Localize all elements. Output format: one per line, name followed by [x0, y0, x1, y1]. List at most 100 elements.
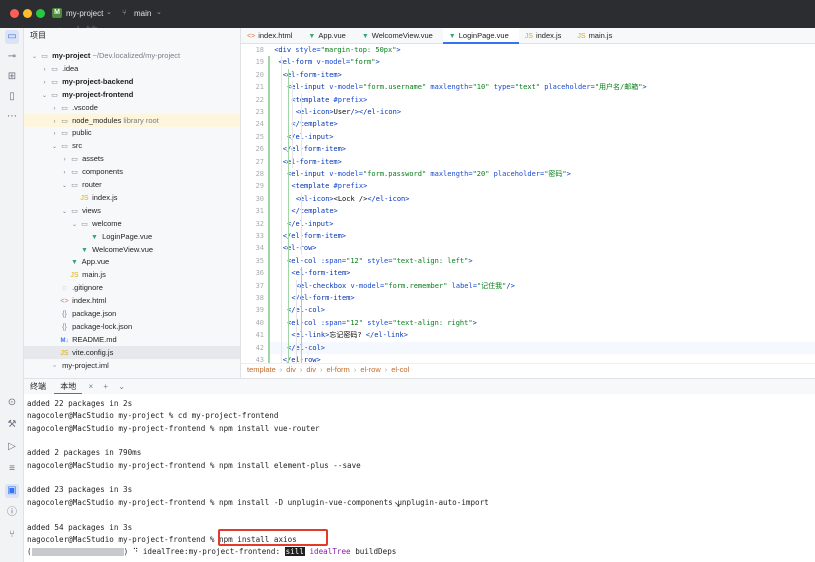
branch-selector[interactable]: main	[134, 9, 151, 18]
code-token: #prefix	[333, 95, 364, 104]
tree-item[interactable]: ▼ LoginPage.vue	[24, 230, 240, 243]
tree-item[interactable]: JS main.js	[24, 268, 240, 281]
tree-item[interactable]: ⌄ ▭ src	[24, 139, 240, 152]
line-number: 43	[255, 356, 264, 363]
code-line[interactable]: </el-col>	[287, 342, 325, 354]
indent-guide	[300, 192, 302, 255]
tree-item[interactable]: {} package.json	[24, 307, 240, 320]
code-token: "用户名/邮箱"	[594, 83, 643, 92]
code-line[interactable]: <el-form-item>	[283, 69, 342, 81]
tab-welcomeview-vue[interactable]: ▼ WelcomeView.vue	[356, 28, 443, 44]
tree-item[interactable]: {} package-lock.json	[24, 320, 240, 333]
code-token: >	[375, 58, 380, 67]
line-number: 25	[255, 132, 264, 141]
tree-item[interactable]: ⌄ ▭ my-project-frontend	[24, 88, 240, 101]
git-icon[interactable]: ⑂	[5, 528, 19, 542]
commit-icon[interactable]: ⊸	[5, 50, 19, 64]
code-line[interactable]: <div style="margin-top: 50px">	[274, 44, 400, 56]
minimize-window-button[interactable]	[23, 9, 32, 18]
breadcrumb-item[interactable]: el-form	[326, 365, 349, 374]
tree-item[interactable]: ⌄ ▭ my-project ~/Dev.localized/my-project	[24, 49, 240, 62]
chevron-down-icon[interactable]: ⌄	[156, 8, 162, 16]
code-line[interactable]: <el-input v-model="form.password" maxlen…	[287, 168, 571, 180]
breadcrumb-item[interactable]: div	[286, 365, 296, 374]
close-icon[interactable]: ×	[84, 379, 97, 395]
problems-icon[interactable]: ⓘ	[5, 506, 19, 520]
tree-item[interactable]: ⌄ ▭ welcome	[24, 217, 240, 230]
tree-item[interactable]: <> index.html	[24, 294, 240, 307]
structure-icon[interactable]: ⊞	[5, 70, 19, 84]
code-line[interactable]: <el-col :span="12" style="text-align: le…	[287, 255, 472, 267]
tree-item[interactable]: › ▭ my-project-backend	[24, 75, 240, 88]
code-token: >	[642, 83, 647, 92]
tree-item[interactable]: › ▭ public	[24, 126, 240, 139]
code-line[interactable]: <el-checkbox v-model="form.remember" lab…	[296, 280, 515, 292]
code-line[interactable]: <el-link>忘记密码? </el-link>	[291, 329, 408, 341]
tree-item[interactable]: › ▭ .vscode	[24, 101, 240, 114]
add-terminal-icon[interactable]: +	[99, 379, 112, 395]
code-line[interactable]: <template #prefix>	[291, 94, 367, 106]
maximize-window-button[interactable]	[36, 9, 45, 18]
code-token: </el-form-item>	[282, 232, 347, 240]
tree-item-label: my-project	[50, 51, 91, 60]
terminal-output[interactable]: added 22 packages in 2s nagocoler@MacStud…	[24, 394, 815, 562]
code-line[interactable]: <el-input v-model="form.username" maxlen…	[287, 81, 647, 93]
code-line[interactable]: <el-icon><Lock /></el-icon>	[296, 193, 410, 205]
folder-icon[interactable]: ▭	[5, 30, 19, 44]
tree-item[interactable]: ▼ App.vue	[24, 255, 240, 268]
tree-item[interactable]: JS index.js	[24, 191, 240, 204]
tab-app-vue[interactable]: ▼ App.vue	[302, 28, 355, 44]
tree-item[interactable]: ⌄ ▭ views	[24, 204, 240, 217]
tree-item[interactable]: ▫ my-project.iml	[24, 359, 240, 372]
code-line[interactable]: </el-input>	[287, 218, 333, 230]
line-number: 20	[255, 70, 264, 79]
line-number: 21	[255, 83, 264, 92]
code-editor[interactable]: 18 19 20 21 22 23 24 25 26 27 28 29 30 31 32 33 34 35 36 37…	[241, 44, 815, 363]
tree-item[interactable]: › ▭ .idea	[24, 62, 240, 75]
tree-item[interactable]: ⌄ ▭ router	[24, 178, 240, 191]
code-line[interactable]: <el-icon>User/></el-icon>	[296, 106, 401, 118]
code-line[interactable]: </el-col>	[287, 304, 325, 316]
code-line[interactable]: <el-form v-model="form">	[279, 56, 380, 68]
chevron-down-icon[interactable]: ⌄	[114, 379, 129, 395]
code-line[interactable]: </template>	[291, 118, 337, 130]
code-line[interactable]: </el-form-item>	[283, 230, 346, 242]
services-icon[interactable]: ⊙	[5, 396, 19, 410]
code-line[interactable]: </el-input>	[287, 131, 333, 143]
todo-icon[interactable]: ≡	[5, 462, 19, 476]
tree-item[interactable]: › ▭ assets	[24, 152, 240, 165]
tab-main-js[interactable]: JS main.js	[571, 28, 622, 44]
tree-item[interactable]: M↓ README.md	[24, 333, 240, 346]
run-icon[interactable]: ▷	[5, 440, 19, 454]
breadcrumb-separator: ›	[353, 365, 357, 374]
code-token: v-model=	[329, 83, 363, 92]
code-line[interactable]: <template #prefix>	[291, 180, 367, 192]
tab-index-html[interactable]: <> index.html	[241, 28, 302, 44]
code-line[interactable]: <el-col :span="12" style="text-align: ri…	[287, 317, 477, 329]
terminal-icon[interactable]: ▣	[5, 484, 19, 498]
more-icon[interactable]: ⋯	[5, 110, 19, 124]
breadcrumb-item[interactable]: div	[306, 365, 316, 374]
breadcrumb-item[interactable]: el-row	[360, 365, 380, 374]
breadcrumb-item[interactable]: template	[247, 365, 276, 374]
bookmarks-icon[interactable]: ▯	[5, 90, 19, 104]
code-line[interactable]: </template>	[291, 205, 337, 217]
current-line-highlight	[268, 341, 815, 354]
tree-item[interactable]: ▼ WelcomeView.vue	[24, 243, 240, 256]
code-token: "密码"	[544, 170, 567, 178]
code-token: <template	[291, 95, 334, 104]
tab-loginpage-vue[interactable]: ▼ LoginPage.vue	[442, 28, 519, 44]
close-window-button[interactable]	[10, 9, 19, 18]
tab-local[interactable]: 本地	[54, 379, 83, 395]
tree-item[interactable]: ◌ .gitignore	[24, 281, 240, 294]
chevron-down-icon[interactable]: ⌄	[106, 8, 112, 16]
tab-index-js[interactable]: JS index.js	[519, 28, 572, 44]
tree-item[interactable]: › ▭ node_modules library root	[24, 113, 240, 127]
project-selector[interactable]: my-project	[66, 9, 103, 18]
line-number: 39	[255, 306, 264, 315]
breadcrumb-item[interactable]: el-col	[391, 365, 409, 374]
tree-item[interactable]: JS vite.config.js	[24, 345, 240, 359]
build-icon[interactable]: ⚒	[5, 418, 19, 432]
code-token: <el-col	[287, 256, 321, 265]
tree-item[interactable]: › ▭ components	[24, 165, 240, 178]
